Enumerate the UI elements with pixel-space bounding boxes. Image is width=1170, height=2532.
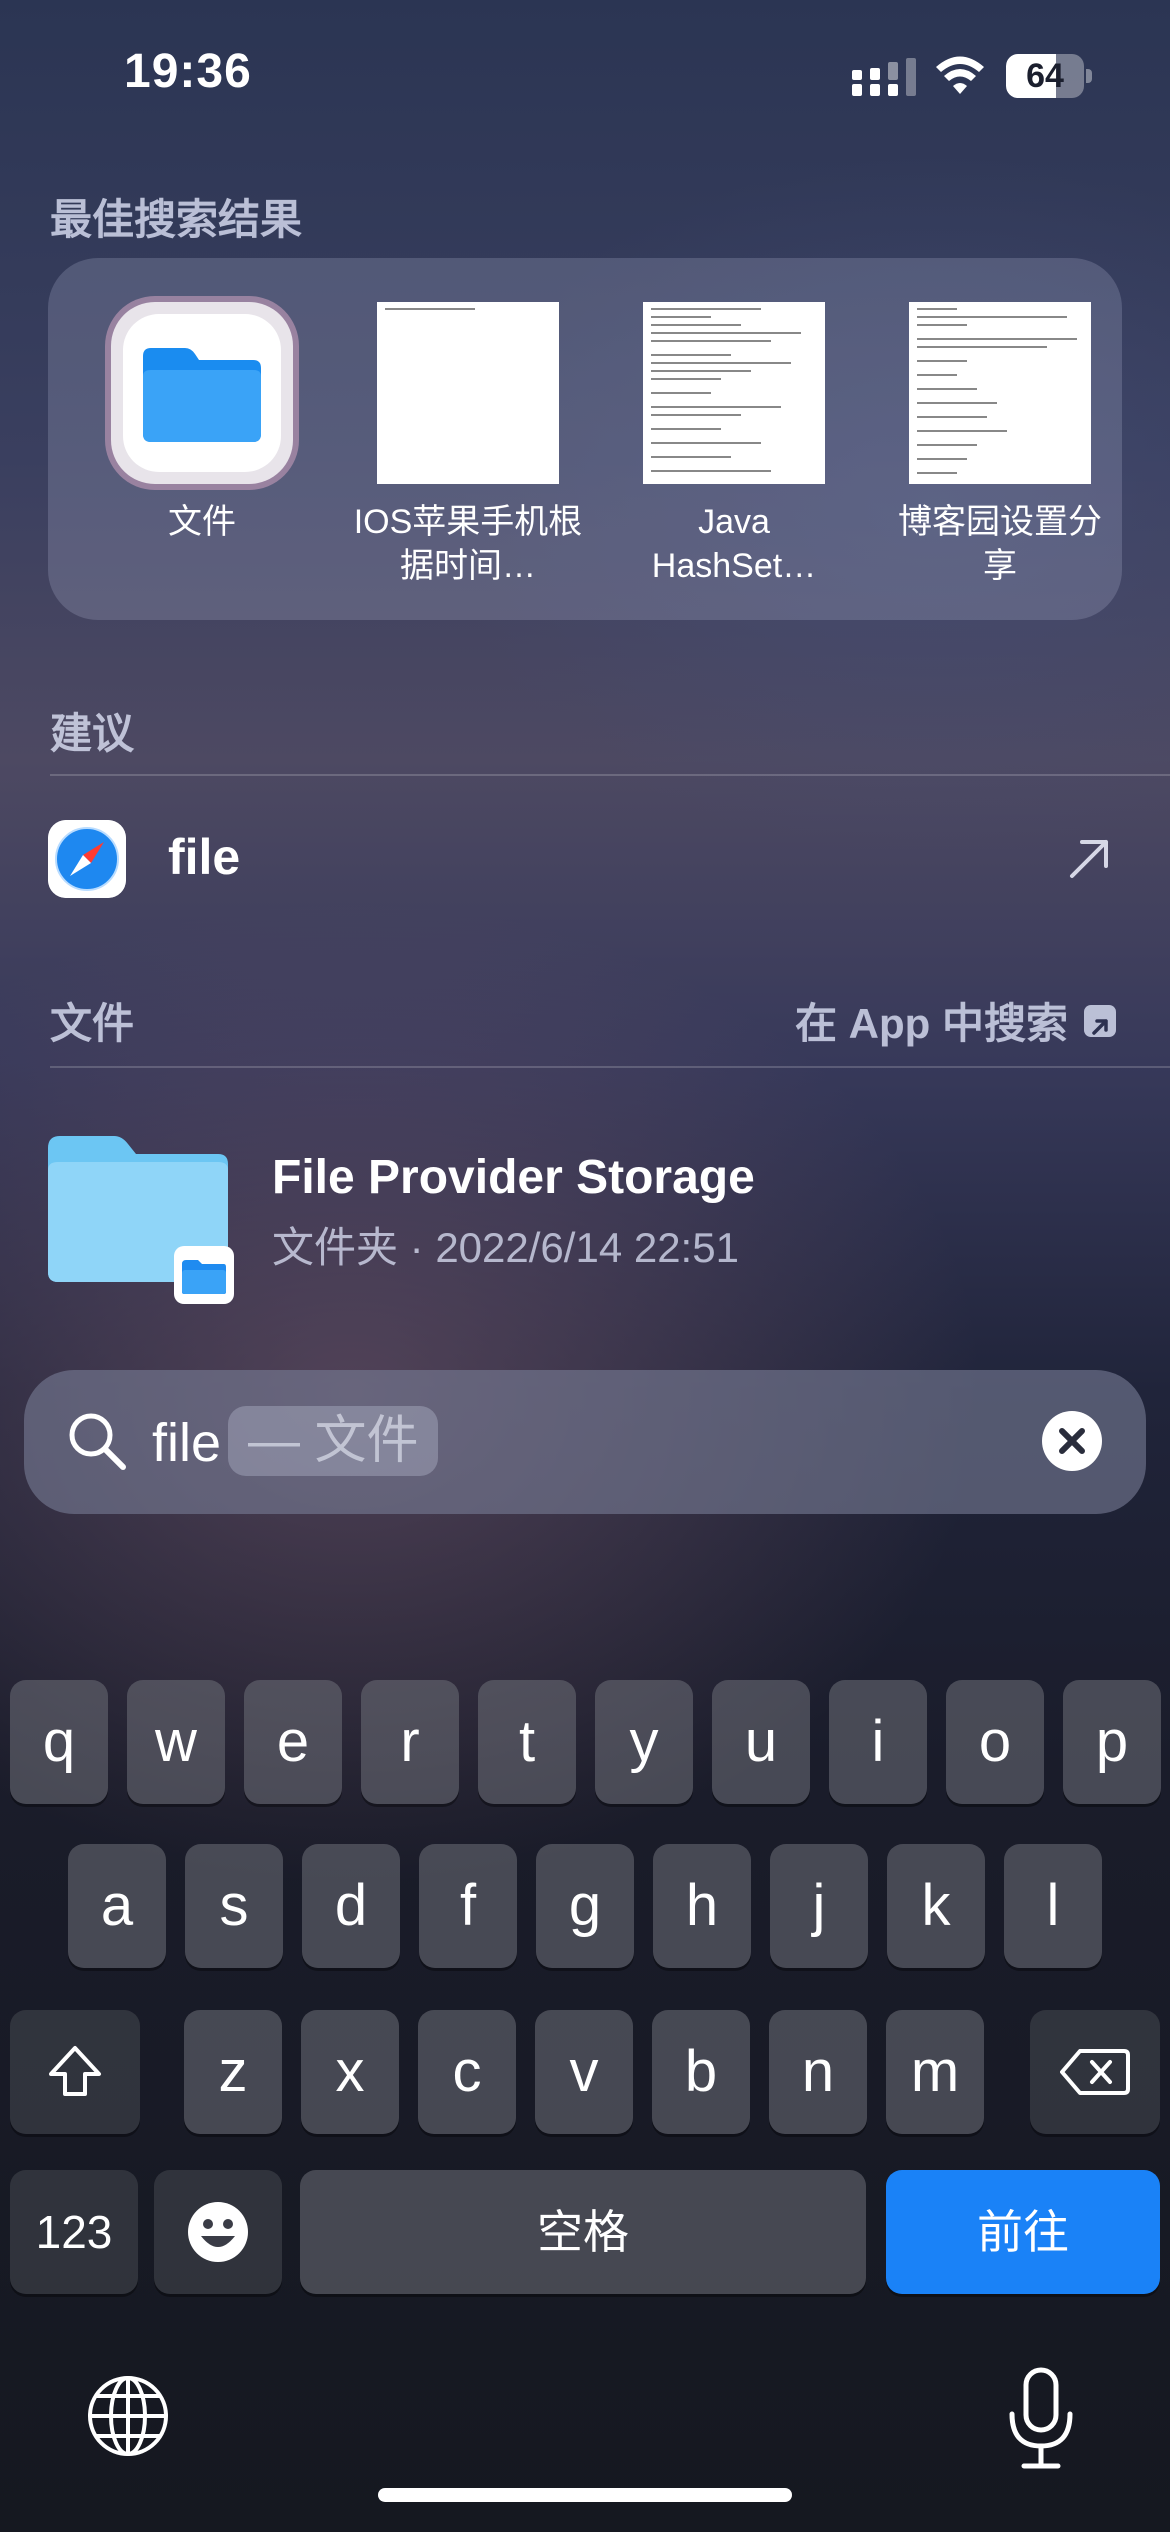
key-l[interactable]: l <box>1004 1844 1102 1968</box>
document-thumbnail <box>377 302 559 484</box>
key-a[interactable]: a <box>68 1844 166 1968</box>
top-hit-label: Java HashSet… <box>651 503 817 585</box>
key-y[interactable]: y <box>595 1680 693 1804</box>
shift-key[interactable] <box>10 2010 140 2134</box>
globe-icon[interactable] <box>84 2372 172 2460</box>
external-link-icon <box>1084 1004 1116 1037</box>
key-m[interactable]: m <box>886 2010 984 2134</box>
top-hit-label: IOS苹果手机根据时间… <box>353 503 583 585</box>
key-x[interactable]: x <box>301 2010 399 2134</box>
key-j[interactable]: j <box>770 1844 868 1968</box>
delete-key[interactable] <box>1030 2010 1160 2134</box>
key-c[interactable]: c <box>418 2010 516 2134</box>
key-b[interactable]: b <box>652 2010 750 2134</box>
emoji-key[interactable] <box>154 2170 282 2294</box>
divider <box>50 1066 1170 1068</box>
go-key[interactable]: 前往 <box>886 2170 1160 2294</box>
key-k[interactable]: k <box>887 1844 985 1968</box>
files-heading: 文件 <box>50 1000 135 1047</box>
top-hit-label: 博客园设置分享 <box>898 503 1102 585</box>
key-t[interactable]: t <box>478 1680 576 1804</box>
key-e[interactable]: e <box>244 1680 342 1804</box>
top-hits-heading: 最佳搜索结果 <box>50 196 303 243</box>
search-in-app-label: 在 App 中搜索 <box>795 1000 1068 1047</box>
file-result-subtitle: 文件夹 · 2022/6/14 22:51 <box>272 1224 739 1271</box>
space-key[interactable]: 空格 <box>300 2170 866 2294</box>
close-icon <box>1059 1428 1085 1454</box>
safari-icon <box>48 820 126 898</box>
numbers-key[interactable]: 123 <box>10 2170 138 2294</box>
key-v[interactable]: v <box>535 2010 633 2134</box>
microphone-icon[interactable] <box>1004 2366 1078 2472</box>
key-q[interactable]: q <box>10 1680 108 1804</box>
key-h[interactable]: h <box>653 1844 751 1968</box>
search-query-text[interactable]: file <box>152 1410 221 1476</box>
key-s[interactable]: s <box>185 1844 283 1968</box>
key-r[interactable]: r <box>361 1680 459 1804</box>
document-thumbnail <box>643 302 825 484</box>
keyboard: qwertyuiop asdfghjkl zxcvbnm 123 空格 前往 <box>0 1680 1170 2300</box>
key-i[interactable]: i <box>829 1680 927 1804</box>
top-hits-card: 文件 IOS苹果手机根据时间… Java HashSet… 博客园设置分享 <box>48 258 1122 620</box>
document-thumbnail <box>909 302 1091 484</box>
shift-icon <box>49 2046 101 2096</box>
emoji-icon <box>188 2202 248 2262</box>
folder-icon <box>48 1136 234 1304</box>
suggestion-text: file <box>168 829 241 885</box>
key-f[interactable]: f <box>419 1844 517 1968</box>
arrow-up-right-icon <box>1070 840 1108 878</box>
search-completion: — 文件 <box>228 1406 439 1476</box>
backspace-icon <box>1060 2049 1130 2095</box>
top-hit-document-2[interactable]: Java HashSet… <box>618 302 850 588</box>
home-indicator[interactable] <box>378 2488 792 2502</box>
wifi-icon <box>936 56 984 94</box>
key-d[interactable]: d <box>302 1844 400 1968</box>
key-p[interactable]: p <box>1063 1680 1161 1804</box>
divider <box>50 774 1170 776</box>
file-result-title: File Provider Storage <box>272 1151 755 1204</box>
key-w[interactable]: w <box>127 1680 225 1804</box>
battery-percentage: 64 <box>1026 57 1064 95</box>
search-in-app-button[interactable]: 在 App 中搜索 <box>795 990 1116 1051</box>
top-hit-document-3[interactable]: 博客园设置分享 <box>884 302 1116 588</box>
key-u[interactable]: u <box>712 1680 810 1804</box>
suggestions-heading: 建议 <box>50 710 135 757</box>
status-time: 19:36 <box>124 45 252 98</box>
cellular-signal-icon <box>852 58 916 96</box>
top-hit-label: 文件 <box>168 503 236 541</box>
search-icon <box>69 1413 126 1470</box>
clear-search-button[interactable] <box>1042 1411 1102 1471</box>
battery-indicator: 64 <box>1006 54 1092 98</box>
top-hit-document-1[interactable]: IOS苹果手机根据时间… <box>352 302 584 588</box>
files-app-icon <box>111 302 293 484</box>
key-o[interactable]: o <box>946 1680 1044 1804</box>
key-n[interactable]: n <box>769 2010 867 2134</box>
key-g[interactable]: g <box>536 1844 634 1968</box>
top-hit-files-app[interactable]: 文件 <box>86 302 318 544</box>
key-z[interactable]: z <box>184 2010 282 2134</box>
